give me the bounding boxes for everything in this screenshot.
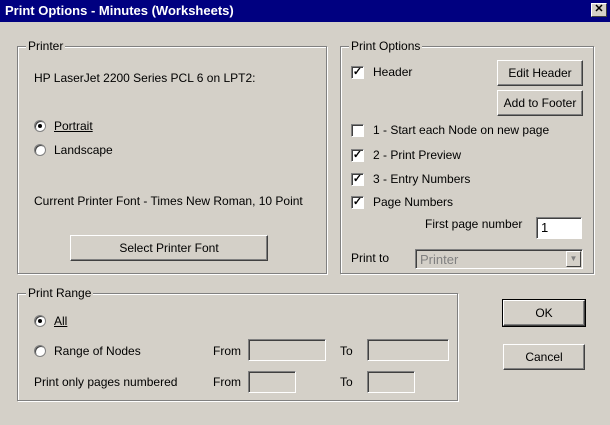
cancel-label: Cancel — [525, 350, 563, 364]
print-to-select[interactable]: Printer ▼ — [415, 249, 583, 269]
landscape-label[interactable]: Landscape — [54, 143, 113, 157]
edit-header-button[interactable]: Edit Header — [497, 60, 583, 86]
range-from-label: From — [213, 344, 241, 358]
start-each-node-label[interactable]: 1 - Start each Node on new page — [373, 123, 549, 137]
select-printer-font-label: Select Printer Font — [119, 241, 219, 255]
all-radio[interactable] — [34, 315, 46, 327]
pages-to-input[interactable] — [367, 371, 415, 393]
range-of-nodes-label[interactable]: Range of Nodes — [54, 344, 141, 358]
range-of-nodes-radio[interactable] — [34, 345, 46, 357]
range-to-input[interactable] — [367, 339, 449, 361]
close-button[interactable]: ✕ — [591, 3, 607, 17]
edit-header-label: Edit Header — [508, 66, 572, 80]
print-preview-label[interactable]: 2 - Print Preview — [373, 148, 461, 162]
window-title: Print Options - Minutes (Worksheets) — [5, 3, 234, 18]
entry-numbers-label[interactable]: 3 - Entry Numbers — [373, 172, 470, 186]
print-to-label: Print to — [351, 251, 390, 265]
print-to-value: Printer — [420, 252, 459, 267]
landscape-radio[interactable] — [34, 144, 46, 156]
print-preview-check-mark: ✓ — [352, 149, 363, 161]
header-check-mark: ✓ — [352, 66, 363, 78]
ok-button[interactable]: OK — [502, 299, 586, 327]
print-range-legend: Print Range — [26, 286, 94, 300]
print-only-pages-label: Print only pages numbered — [34, 375, 178, 389]
add-to-footer-button[interactable]: Add to Footer — [497, 90, 583, 116]
add-to-footer-label: Add to Footer — [503, 96, 577, 110]
ok-label: OK — [535, 306, 553, 320]
first-page-number-value: 1 — [541, 220, 549, 235]
portrait-radio[interactable] — [34, 120, 46, 132]
first-page-number-label: First page number — [425, 217, 523, 231]
pages-from-input[interactable] — [248, 371, 296, 393]
pages-to-label: To — [340, 375, 353, 389]
current-font-info: Current Printer Font - Times New Roman, … — [34, 194, 303, 208]
printer-legend: Printer — [26, 39, 66, 53]
select-printer-font-button[interactable]: Select Printer Font — [70, 235, 268, 261]
chevron-down-icon[interactable]: ▼ — [566, 251, 581, 267]
header-label[interactable]: Header — [373, 65, 412, 79]
printer-group: Printer HP LaserJet 2200 Series PCL 6 on… — [17, 39, 327, 274]
pages-from-label: From — [213, 375, 241, 389]
all-label[interactable]: All — [54, 314, 67, 328]
entry-numbers-checkbox[interactable]: ✓ — [351, 173, 364, 186]
print-options-legend: Print Options — [349, 39, 423, 53]
page-numbers-checkbox[interactable]: ✓ — [351, 196, 364, 209]
portrait-label[interactable]: Portrait — [54, 119, 93, 133]
print-preview-checkbox[interactable]: ✓ — [351, 149, 364, 162]
title-bar: Print Options - Minutes (Worksheets) ✕ — [0, 0, 610, 22]
printer-name: HP LaserJet 2200 Series PCL 6 on LPT2: — [34, 71, 256, 85]
print-options-group: Print Options ✓ Header Edit Header Add t… — [340, 39, 594, 274]
page-numbers-label[interactable]: Page Numbers — [373, 195, 453, 209]
print-range-group: Print Range All Range of Nodes From To P… — [17, 286, 458, 401]
page-numbers-check-mark: ✓ — [352, 196, 363, 208]
close-icon: ✕ — [594, 3, 604, 15]
header-checkbox[interactable]: ✓ — [351, 66, 364, 79]
cancel-button[interactable]: Cancel — [503, 344, 585, 370]
start-each-node-checkbox[interactable] — [351, 124, 364, 137]
range-from-input[interactable] — [248, 339, 326, 361]
all-radio-dot — [38, 319, 42, 323]
first-page-number-input[interactable]: 1 — [536, 217, 582, 239]
range-to-label: To — [340, 344, 353, 358]
portrait-radio-dot — [38, 124, 42, 128]
entry-numbers-check-mark: ✓ — [352, 173, 363, 185]
